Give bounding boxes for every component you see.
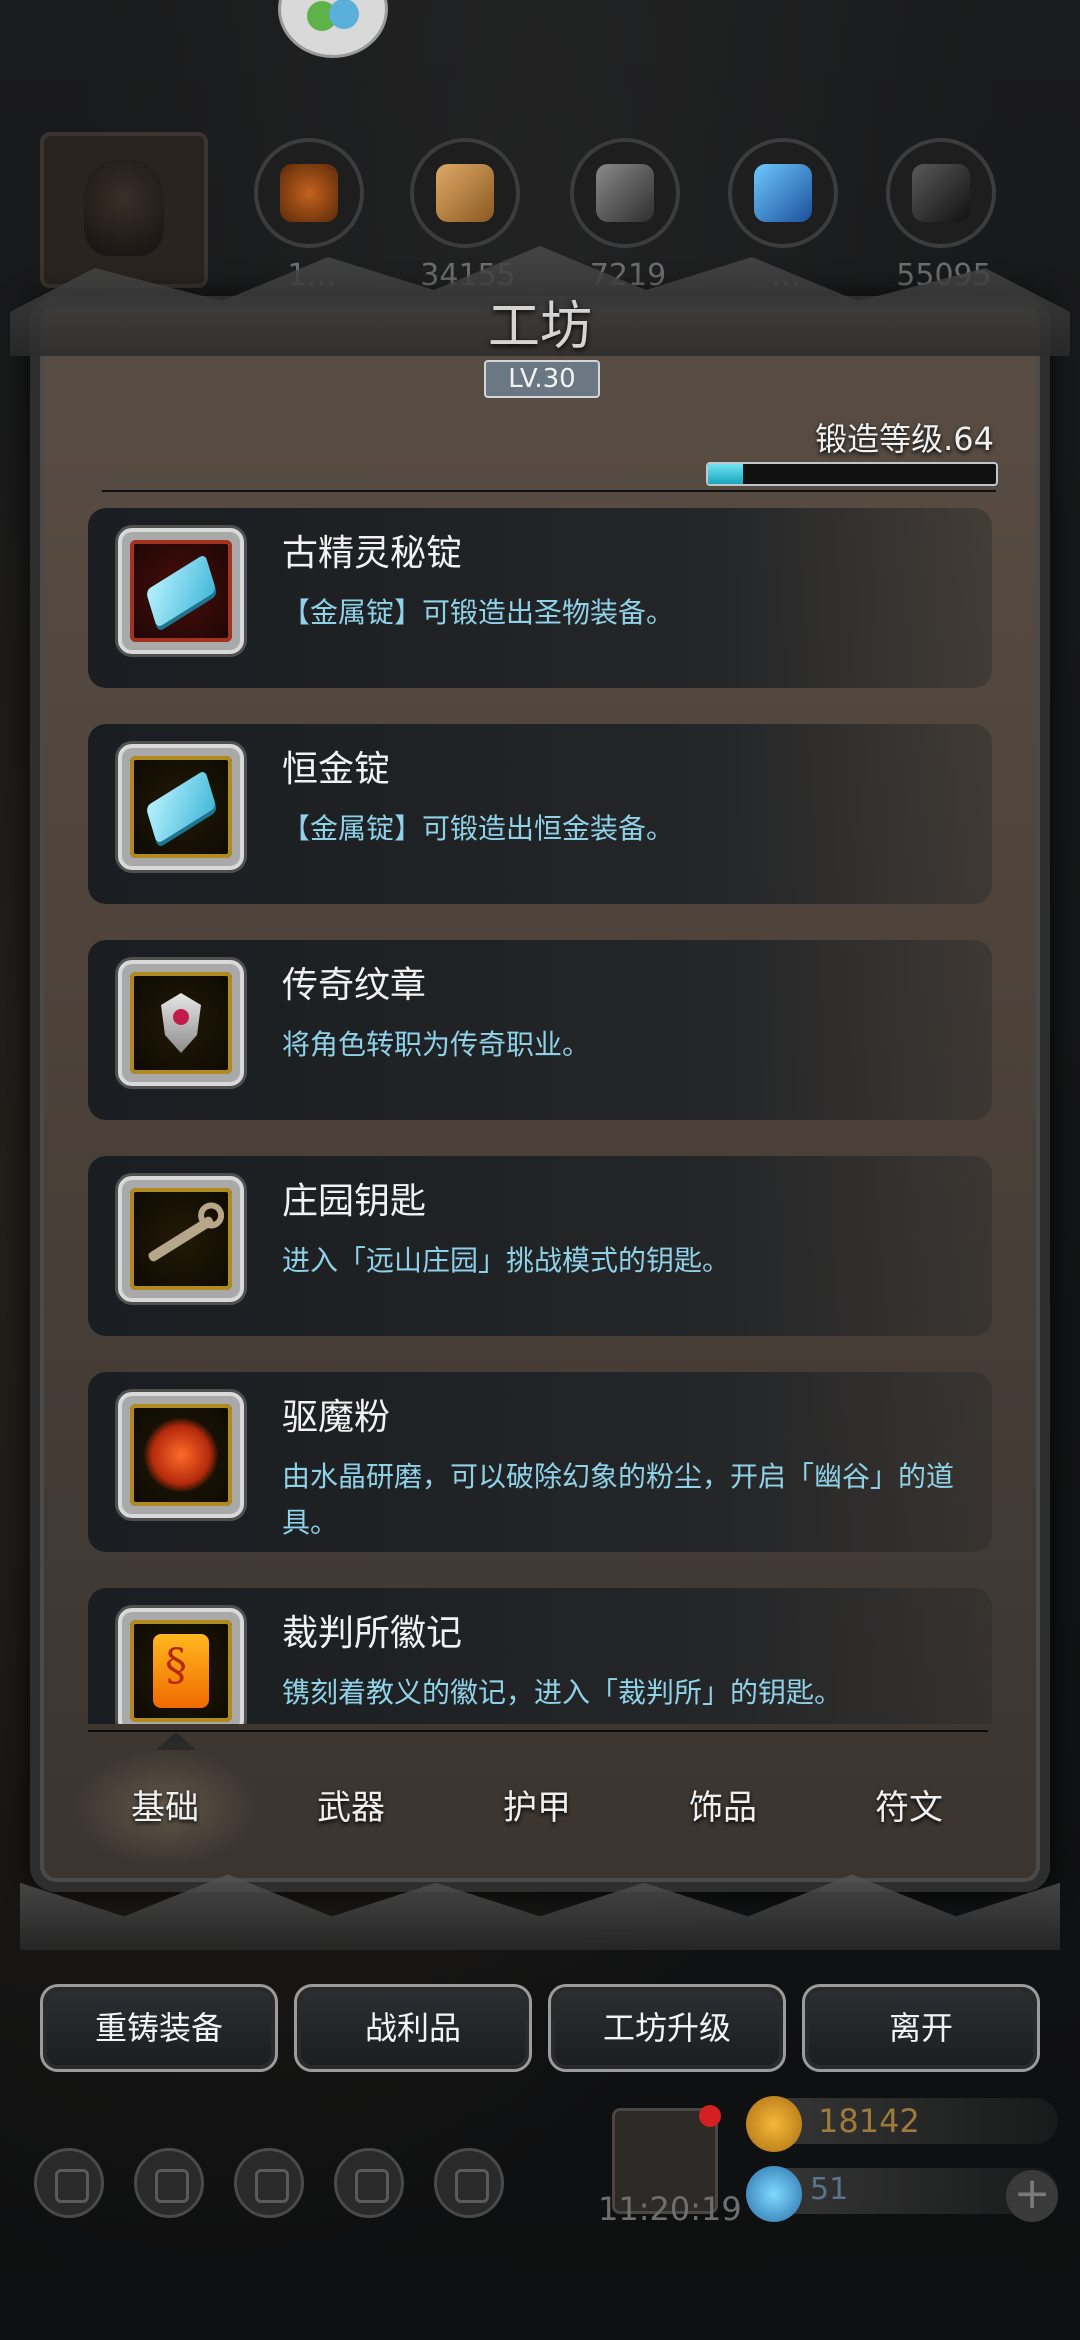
resource-iron[interactable]: 7219 — [570, 138, 686, 293]
tab-runes[interactable]: 符文 — [816, 1748, 1002, 1868]
leather-icon — [280, 164, 338, 222]
divider — [88, 1730, 988, 1732]
tab-basic[interactable]: 基础 — [72, 1748, 258, 1868]
item-icon-frame — [118, 528, 244, 654]
item-description: 进入「远山庄园」挑战模式的钥匙。 — [282, 1244, 731, 1277]
workshop-upgrade-button[interactable]: 工坊升级 — [548, 1984, 786, 2072]
gold-amount: 18142 — [818, 2102, 920, 2140]
tab-armor[interactable]: 护甲 — [444, 1748, 630, 1868]
recipe-list[interactable]: 古精灵秘锭 【金属锭】可锻造出圣物装备。 恒金锭 【金属锭】可锻造出恒金装备。 … — [88, 508, 992, 1724]
mail-icon[interactable] — [334, 2148, 404, 2218]
key-icon — [146, 1215, 216, 1263]
item-icon-frame — [118, 960, 244, 1086]
reforge-button[interactable]: 重铸装备 — [40, 1984, 278, 2072]
item-description: 镌刻着教义的徽记，进入「裁判所」的钥匙。 — [282, 1676, 843, 1709]
list-item[interactable]: 恒金锭 【金属锭】可锻造出恒金装备。 — [88, 724, 992, 904]
item-name: 驱魔粉 — [282, 1397, 391, 1438]
list-item[interactable]: 驱魔粉 由水晶研磨，可以破除幻象的粉尘，开启「幽谷」的道具。 — [88, 1372, 992, 1552]
gold-coin-icon — [746, 2096, 802, 2152]
powder-icon — [144, 1418, 218, 1492]
resource-dark-iron[interactable]: 55095 — [886, 138, 1002, 293]
add-currency-button[interactable]: + — [1006, 2170, 1058, 2222]
list-item[interactable]: 古精灵秘锭 【金属锭】可锻造出圣物装备。 — [88, 508, 992, 688]
map-icon[interactable] — [234, 2148, 304, 2218]
gem-amount: 51 — [810, 2172, 849, 2207]
forge-progress-bar — [706, 462, 998, 486]
resource-wood[interactable]: 34155 — [410, 138, 526, 293]
item-icon-frame — [118, 1392, 244, 1518]
tab-weapons[interactable]: 武器 — [258, 1748, 444, 1868]
achievements-icon[interactable] — [134, 2148, 204, 2218]
item-name: 恒金锭 — [282, 749, 391, 790]
item-icon-frame — [118, 1608, 244, 1724]
list-item[interactable]: 传奇纹章 将角色转职为传奇职业。 — [88, 940, 992, 1120]
category-tabs: 基础 武器 护甲 饰品 符文 — [72, 1748, 1002, 1868]
tab-accessories[interactable]: 饰品 — [630, 1748, 816, 1868]
item-description: 【金属锭】可锻造出圣物装备。 — [282, 596, 675, 629]
wood-plank-icon — [436, 164, 494, 222]
item-icon-frame — [118, 1176, 244, 1302]
resource-leather[interactable]: 1… — [254, 138, 370, 293]
item-icon-frame — [118, 744, 244, 870]
item-description: 将角色转职为传奇职业。 — [282, 1028, 591, 1061]
list-item[interactable]: 庄园钥匙 进入「远山庄园」挑战模式的钥匙。 — [88, 1156, 992, 1336]
settings-icon[interactable] — [34, 2148, 104, 2218]
loot-button[interactable]: 战利品 — [294, 1984, 532, 2072]
leave-button[interactable]: 离开 — [802, 1984, 1040, 2072]
gem-icon — [746, 2166, 802, 2222]
item-name: 裁判所徽记 — [282, 1613, 463, 1654]
dark-iron-icon — [912, 164, 970, 222]
divider — [102, 490, 996, 492]
resource-crystal[interactable]: … — [728, 138, 844, 293]
forge-progress-fill — [708, 464, 743, 484]
item-description: 【金属锭】可锻造出恒金装备。 — [282, 812, 675, 845]
list-item[interactable]: 裁判所徽记 镌刻着教义的徽记，进入「裁判所」的钥匙。 — [88, 1588, 992, 1724]
iron-ingot-icon — [596, 164, 654, 222]
shop-icon[interactable] — [434, 2148, 504, 2218]
forge-level-label: 锻造等级.64 — [815, 420, 994, 458]
crystal-shard-icon — [754, 164, 812, 222]
crest-icon — [161, 993, 201, 1053]
clock-label: 11:20:19 — [598, 2190, 742, 2228]
level-badge: LV.30 — [484, 360, 600, 398]
item-name: 传奇纹章 — [282, 965, 427, 1006]
blue-ingot-icon — [145, 769, 217, 845]
notification-badge — [699, 2105, 721, 2127]
item-description: 由水晶研磨，可以破除幻象的粉尘，开启「幽谷」的道具。 — [282, 1460, 955, 1539]
character-portrait[interactable] — [40, 132, 208, 288]
page-title: 工坊 — [487, 297, 592, 357]
blue-ingot-icon — [145, 553, 217, 629]
item-name: 古精灵秘锭 — [282, 533, 463, 574]
action-button-row: 重铸装备 战利品 工坊升级 离开 — [40, 1984, 1040, 2074]
item-name: 庄园钥匙 — [282, 1181, 427, 1222]
seal-icon — [153, 1634, 209, 1708]
